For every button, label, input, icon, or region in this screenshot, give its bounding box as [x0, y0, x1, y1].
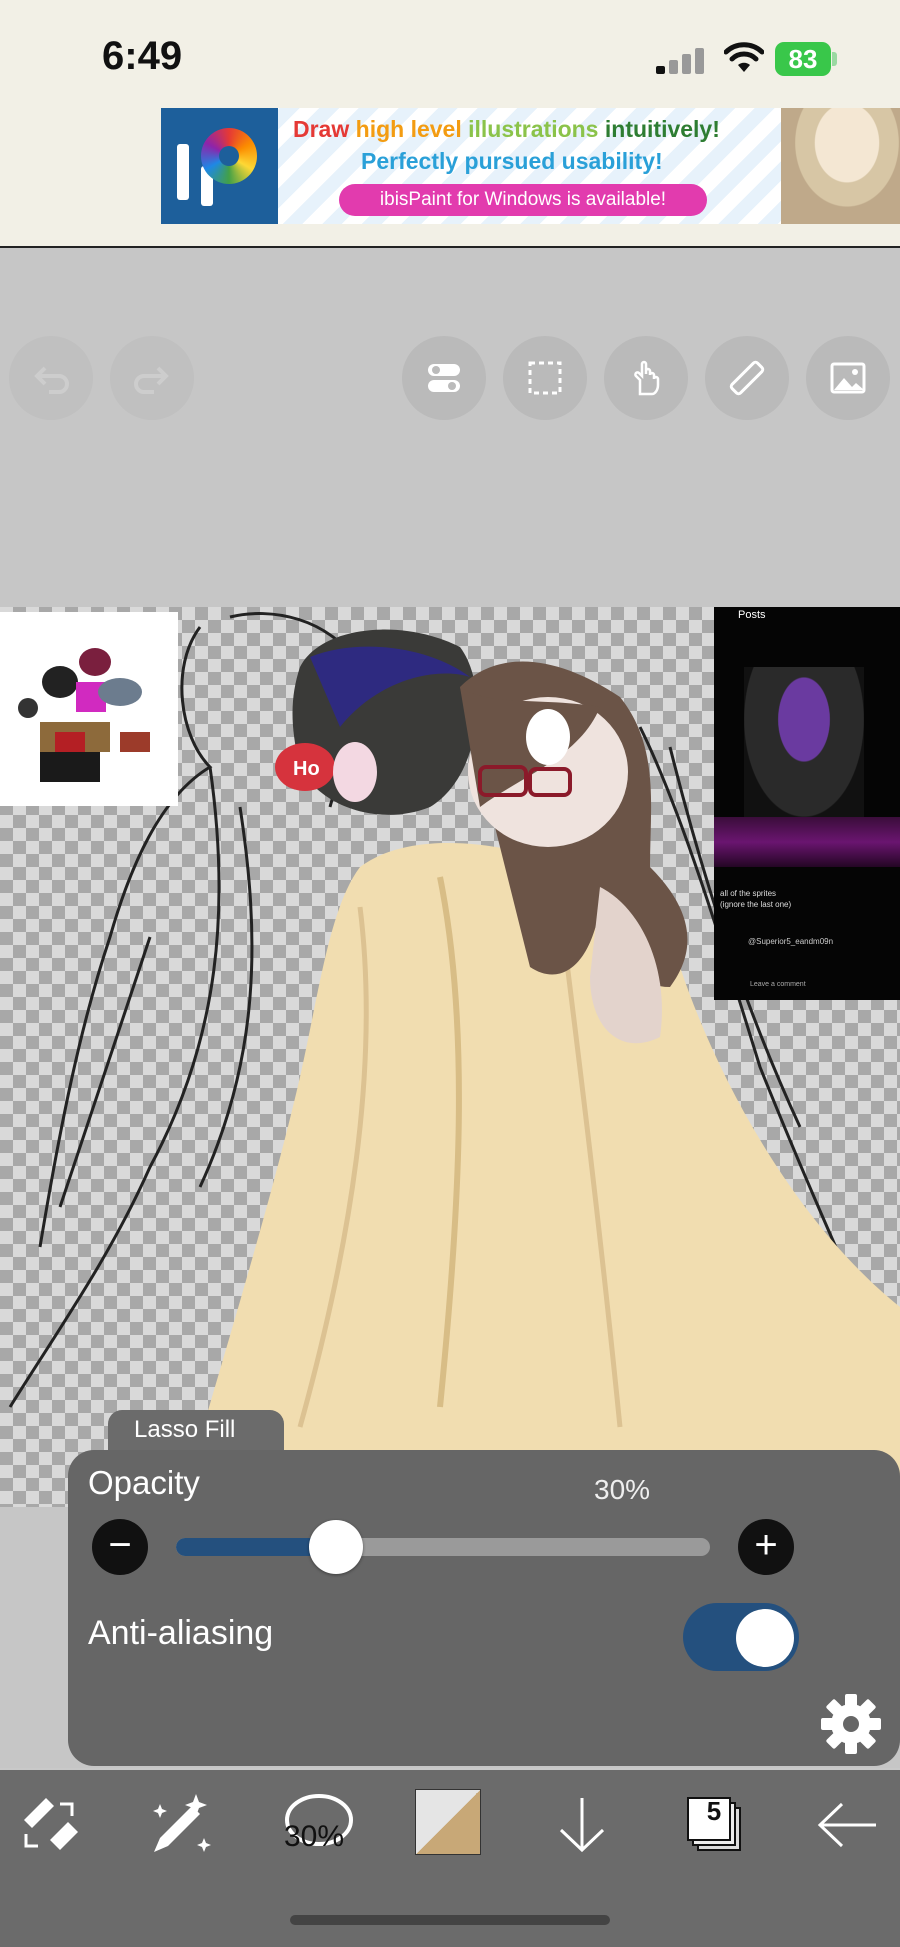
redo-icon	[134, 366, 169, 394]
ad-headline: Draw high level illustrations intuitivel…	[293, 116, 720, 142]
music-staff-banner	[714, 817, 900, 867]
battery-indicator: 83	[775, 42, 831, 76]
reference-image-right[interactable]: Posts all of the sprites (ignore the las…	[714, 607, 900, 1000]
back-button[interactable]	[812, 1790, 882, 1860]
opacity-value: 30%	[594, 1474, 651, 1505]
arrow-left-icon	[817, 1802, 876, 1848]
tool-name: Lasso Fill	[134, 1416, 236, 1443]
toggle-tools-button[interactable]	[402, 336, 486, 420]
settings-gear-button[interactable]	[819, 1692, 883, 1756]
ad-subheadline: Perfectly pursued usability!	[361, 148, 663, 174]
post-user: @Superior5_eandm09n	[748, 937, 834, 946]
reference-image-left[interactable]	[0, 612, 178, 806]
clock: 6:49	[102, 34, 183, 78]
undo-icon	[34, 366, 69, 394]
ad-banner[interactable]: Draw high level illustrations intuitivel…	[161, 108, 900, 224]
post-caption-2: (ignore the last one)	[720, 900, 792, 909]
home-indicator	[290, 1915, 610, 1925]
opacity-slider-track[interactable]	[176, 1538, 710, 1556]
anti-aliasing-label: Anti-aliasing	[88, 1614, 274, 1652]
opacity-increase-button[interactable]: +	[738, 1519, 794, 1575]
sparkle-brush-icon	[153, 1794, 211, 1852]
wifi-icon	[723, 42, 765, 74]
undo-button[interactable]	[9, 336, 93, 420]
ad-cta-pill[interactable]: ibisPaint for Windows is available!	[339, 184, 707, 216]
image-icon	[830, 362, 866, 394]
ruler-icon	[729, 360, 765, 396]
cellular-signal-icon	[656, 44, 704, 74]
toggle-icon	[428, 364, 460, 392]
opacity-slider-thumb[interactable]	[309, 1520, 364, 1574]
ruler-button[interactable]	[705, 336, 789, 420]
redo-button[interactable]	[110, 336, 194, 420]
magic-brush-button[interactable]	[146, 1790, 216, 1860]
selection-icon	[528, 361, 562, 395]
posts-header: Posts	[738, 609, 766, 621]
anti-aliasing-toggle-knob	[736, 1609, 794, 1667]
arrow-down-icon	[559, 1798, 605, 1853]
opacity-decrease-button[interactable]: −	[92, 1519, 148, 1575]
color-swatch-button[interactable]	[415, 1789, 481, 1855]
selection-button[interactable]	[503, 336, 587, 420]
leave-comment: Leave a comment	[750, 981, 806, 988]
post-caption-1: all of the sprites	[720, 889, 777, 898]
ad-character-image	[781, 108, 900, 224]
character-picture	[744, 667, 864, 817]
group-sketch-image	[0, 612, 178, 806]
battery-tip	[832, 52, 837, 66]
brush-eraser-swap-button[interactable]	[16, 1790, 86, 1860]
svg-text:Ho: Ho	[293, 758, 320, 780]
save-download-button[interactable]	[547, 1790, 617, 1860]
import-image-button[interactable]	[806, 336, 890, 420]
hand-tool-button[interactable]	[604, 336, 688, 420]
gear-icon	[821, 1694, 881, 1754]
ibispaint-logo	[161, 108, 278, 224]
hand-icon	[634, 360, 660, 396]
brush-size-value: 30%	[284, 1820, 345, 1853]
opacity-label: Opacity	[88, 1464, 200, 1501]
brush-eraser-swap-icon	[24, 1798, 78, 1850]
layers-count: 5	[706, 1796, 722, 1826]
